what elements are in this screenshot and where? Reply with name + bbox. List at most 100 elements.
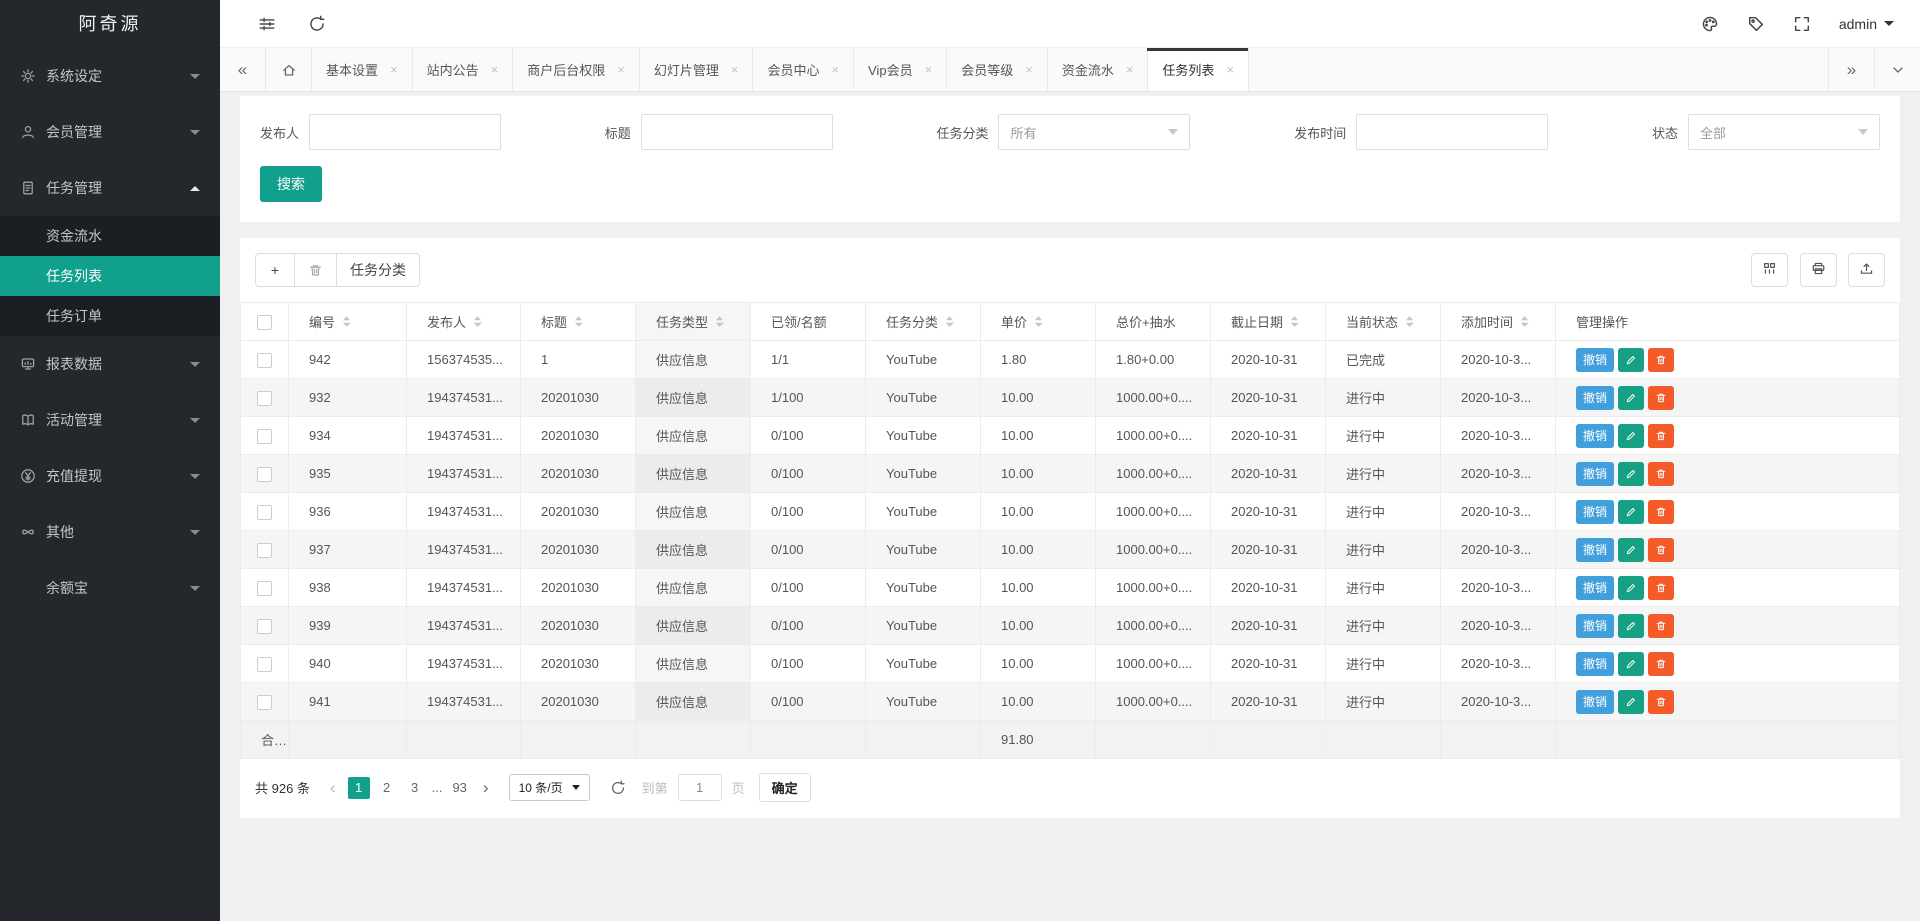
edit-button[interactable]: [1618, 500, 1644, 524]
tabs-scroll-left-icon[interactable]: «: [220, 48, 266, 91]
tab-1[interactable]: 站内公告×: [413, 48, 514, 91]
revoke-button[interactable]: 撤销: [1576, 614, 1614, 638]
tab-close-icon[interactable]: ×: [1126, 62, 1134, 77]
sidebar-item-fund-flow[interactable]: 资金流水: [0, 216, 220, 256]
revoke-button[interactable]: 撤销: [1576, 652, 1614, 676]
row-checkbox[interactable]: [257, 581, 272, 596]
add-button[interactable]: +: [255, 253, 295, 287]
edit-button[interactable]: [1618, 652, 1644, 676]
tab-close-icon[interactable]: ×: [831, 62, 839, 77]
edit-button[interactable]: [1618, 538, 1644, 562]
revoke-button[interactable]: 撤销: [1576, 500, 1614, 524]
col-header-category[interactable]: 任务分类: [866, 303, 981, 341]
sort-icon[interactable]: [342, 315, 351, 328]
edit-button[interactable]: [1618, 462, 1644, 486]
tab-close-icon[interactable]: ×: [925, 62, 933, 77]
row-checkbox[interactable]: [257, 467, 272, 482]
revoke-button[interactable]: 撤销: [1576, 386, 1614, 410]
delete-button[interactable]: [294, 253, 337, 287]
sidebar-group-report-data[interactable]: 报表数据: [0, 336, 220, 392]
tabs-menu-icon[interactable]: [1874, 48, 1920, 91]
delete-row-button[interactable]: [1648, 424, 1674, 448]
edit-button[interactable]: [1618, 690, 1644, 714]
sort-icon[interactable]: [1034, 315, 1043, 328]
theme-palette-icon[interactable]: [1701, 15, 1719, 33]
row-checkbox[interactable]: [257, 695, 272, 710]
sidebar-item-task-list[interactable]: 任务列表: [0, 256, 220, 296]
tab-3[interactable]: 幻灯片管理×: [640, 48, 754, 91]
sidebar-group-member-management[interactable]: 会员管理: [0, 104, 220, 160]
col-header-task_type[interactable]: 任务类型: [636, 303, 751, 341]
edit-button[interactable]: [1618, 348, 1644, 372]
goto-confirm-button[interactable]: 确定: [759, 773, 811, 802]
delete-row-button[interactable]: [1648, 652, 1674, 676]
goto-page-input[interactable]: [678, 774, 722, 801]
sort-icon[interactable]: [473, 315, 482, 328]
delete-row-button[interactable]: [1648, 690, 1674, 714]
filter-input[interactable]: [641, 114, 833, 150]
col-header-title[interactable]: 标题: [521, 303, 636, 341]
sidebar-item-task-orders[interactable]: 任务订单: [0, 296, 220, 336]
tab-6[interactable]: 会员等级×: [947, 48, 1048, 91]
select-all-checkbox[interactable]: [257, 315, 272, 330]
revoke-button[interactable]: 撤销: [1576, 348, 1614, 372]
sidebar-group-recharge-withdraw[interactable]: 充值提现: [0, 448, 220, 504]
sort-icon[interactable]: [1520, 315, 1529, 328]
col-header-added_time[interactable]: 添加时间: [1441, 303, 1556, 341]
page-button-2[interactable]: 2: [376, 777, 398, 799]
row-checkbox[interactable]: [257, 657, 272, 672]
row-checkbox[interactable]: [257, 429, 272, 444]
row-checkbox[interactable]: [257, 505, 272, 520]
delete-row-button[interactable]: [1648, 386, 1674, 410]
home-tab-icon[interactable]: [266, 48, 312, 91]
sort-icon[interactable]: [945, 315, 954, 328]
delete-row-button[interactable]: [1648, 462, 1674, 486]
tab-close-icon[interactable]: ×: [390, 62, 398, 77]
tab-0[interactable]: 基本设置×: [312, 48, 413, 91]
col-header-status[interactable]: 当前状态: [1326, 303, 1441, 341]
sort-icon[interactable]: [715, 315, 724, 328]
page-button-3[interactable]: 3: [404, 777, 426, 799]
row-checkbox[interactable]: [257, 353, 272, 368]
tab-close-icon[interactable]: ×: [731, 62, 739, 77]
task-category-button[interactable]: 任务分类: [336, 253, 420, 287]
filter-input[interactable]: [1356, 114, 1548, 150]
tab-close-icon[interactable]: ×: [1025, 62, 1033, 77]
sidebar-group-task-management[interactable]: 任务管理: [0, 160, 220, 216]
sidebar-toggle-icon[interactable]: [258, 15, 276, 33]
delete-row-button[interactable]: [1648, 576, 1674, 600]
tab-8[interactable]: 任务列表×: [1148, 48, 1249, 91]
tab-5[interactable]: Vip会员×: [854, 48, 947, 91]
sort-icon[interactable]: [1405, 315, 1414, 328]
delete-row-button[interactable]: [1648, 500, 1674, 524]
revoke-button[interactable]: 撤销: [1576, 690, 1614, 714]
sort-icon[interactable]: [1290, 315, 1299, 328]
fullscreen-icon[interactable]: [1793, 15, 1811, 33]
revoke-button[interactable]: 撤销: [1576, 462, 1614, 486]
filter-select[interactable]: 所有: [998, 114, 1190, 150]
sort-icon[interactable]: [574, 315, 583, 328]
sidebar-group-other[interactable]: 其他: [0, 504, 220, 560]
tab-2[interactable]: 商户后台权限×: [513, 48, 640, 91]
tab-4[interactable]: 会员中心×: [753, 48, 854, 91]
delete-row-button[interactable]: [1648, 348, 1674, 372]
next-page-button[interactable]: ›: [477, 779, 495, 796]
page-button-93[interactable]: 93: [448, 777, 470, 799]
revoke-button[interactable]: 撤销: [1576, 424, 1614, 448]
row-checkbox[interactable]: [257, 543, 272, 558]
tabs-scroll-right-icon[interactable]: »: [1828, 48, 1874, 91]
export-button[interactable]: [1848, 253, 1885, 287]
tab-close-icon[interactable]: ×: [617, 62, 625, 77]
tab-close-icon[interactable]: ×: [491, 62, 499, 77]
edit-button[interactable]: [1618, 576, 1644, 600]
print-button[interactable]: [1800, 253, 1837, 287]
row-checkbox[interactable]: [257, 619, 272, 634]
filter-input[interactable]: [309, 114, 501, 150]
col-header-publisher[interactable]: 发布人: [407, 303, 521, 341]
filter-select[interactable]: 全部: [1688, 114, 1880, 150]
tab-close-icon[interactable]: ×: [1226, 62, 1234, 77]
revoke-button[interactable]: 撤销: [1576, 538, 1614, 562]
delete-row-button[interactable]: [1648, 538, 1674, 562]
sidebar-group-yuebao[interactable]: 余额宝: [0, 560, 220, 616]
col-header-deadline[interactable]: 截止日期: [1211, 303, 1326, 341]
